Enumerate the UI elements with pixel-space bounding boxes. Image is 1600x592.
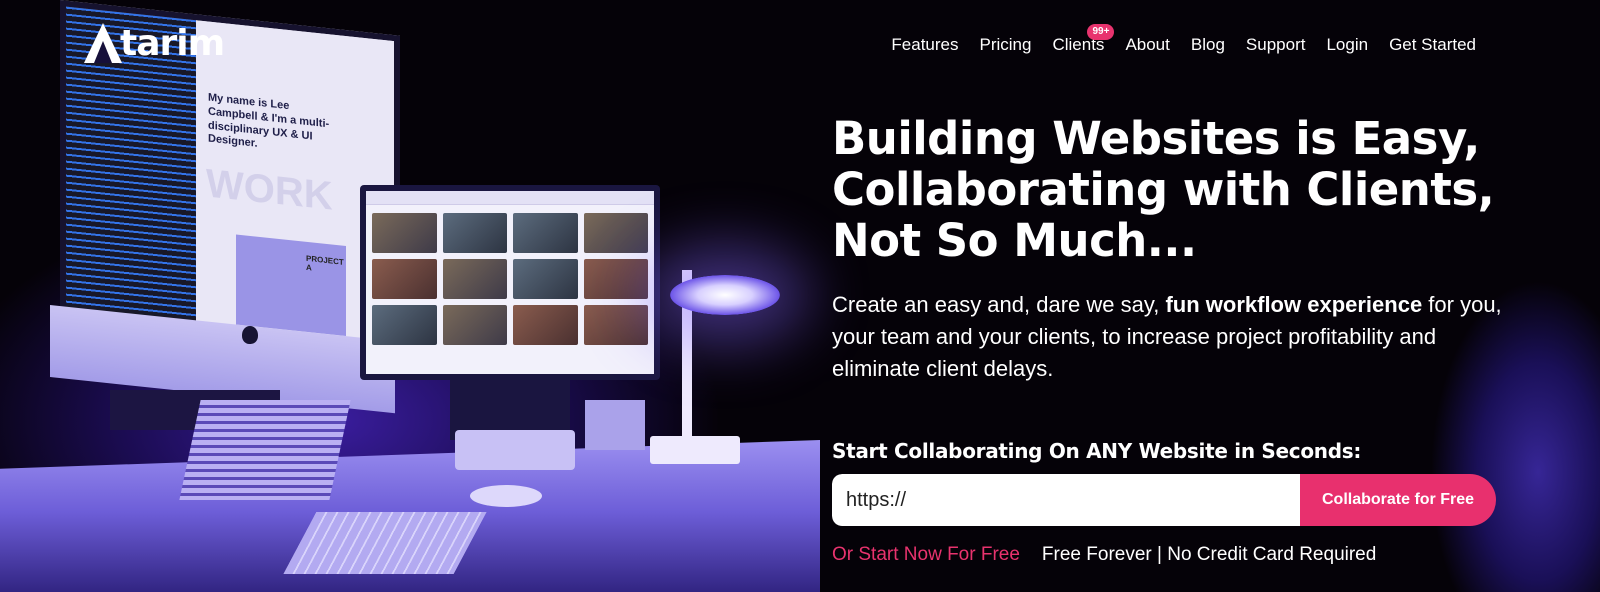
atarim-a-icon	[82, 23, 124, 65]
collaborate-for-free-button[interactable]: Collaborate for Free	[1300, 474, 1496, 526]
nav-support[interactable]: Support	[1246, 35, 1306, 55]
atarim-logo[interactable]: tarim	[82, 22, 225, 66]
project-thumbnail	[442, 305, 507, 345]
book-stack	[179, 400, 351, 500]
website-url-input[interactable]	[832, 474, 1300, 526]
hero-subtitle: Create an easy and, dare we say, fun wor…	[832, 289, 1512, 385]
clients-count-badge: 99+	[1087, 24, 1115, 40]
second-monitor	[360, 185, 660, 380]
cta-title: Start Collaborating On ANY Website in Se…	[832, 439, 1362, 463]
project-thumbnail	[442, 213, 507, 253]
lamp-base	[650, 436, 740, 464]
lamp-light-icon	[670, 275, 780, 315]
project-card-label: PROJECT A	[306, 253, 344, 273]
nav-pricing[interactable]: Pricing	[980, 35, 1032, 55]
main-nav: Features Pricing Clients 99+ About Blog …	[891, 24, 1476, 55]
headline-line: Not So Much...	[832, 214, 1197, 267]
project-thumbnail	[372, 305, 437, 345]
cta-footer: Or Start Now For Free Free Forever | No …	[832, 544, 1376, 566]
dashboard-toolbar	[366, 191, 654, 205]
nav-blog[interactable]: Blog	[1191, 35, 1225, 55]
nav-about[interactable]: About	[1125, 35, 1169, 55]
subtitle-text-start: Create an easy and, dare we say,	[832, 292, 1166, 317]
nav-clients[interactable]: Clients 99+	[1052, 24, 1115, 55]
project-thumbnail	[372, 213, 437, 253]
collaborate-form: Collaborate for Free	[832, 474, 1496, 526]
mini-computer	[455, 430, 575, 470]
project-thumbnail	[513, 213, 578, 253]
subtitle-emphasis: fun workflow experience	[1165, 292, 1423, 317]
concrete-pot	[585, 400, 645, 450]
logo-text: tarim	[120, 23, 225, 64]
nav-login[interactable]: Login	[1326, 35, 1368, 55]
headline-line: Collaborating with Clients,	[832, 163, 1495, 216]
project-thumbnail	[513, 305, 578, 345]
portfolio-project-card: PROJECT A	[236, 234, 346, 337]
dashboard-screen	[366, 191, 654, 374]
portfolio-work-word: WORK	[206, 161, 333, 219]
start-now-free-link[interactable]: Or Start Now For Free	[832, 544, 1020, 566]
apple-logo-icon	[242, 326, 258, 344]
project-thumbnail	[372, 259, 437, 299]
project-thumbnail	[583, 305, 648, 345]
project-thumbnail	[442, 259, 507, 299]
nav-features[interactable]: Features	[891, 35, 958, 55]
nav-get-started[interactable]: Get Started	[1389, 35, 1476, 55]
free-forever-note: Free Forever | No Credit Card Required	[1041, 544, 1377, 565]
desk-illustration: My name is Lee Campbell & I'm a multi-di…	[0, 0, 820, 592]
project-thumbnail	[583, 259, 648, 299]
headline-line: Building Websites is Easy,	[832, 112, 1480, 165]
hero-section: My name is Lee Campbell & I'm a multi-di…	[0, 0, 1600, 592]
dashboard-grid	[366, 205, 654, 353]
portfolio-heading: My name is Lee Campbell & I'm a multi-di…	[208, 91, 330, 151]
project-thumbnail	[513, 259, 578, 299]
hero-headline: Building Websites is Easy, Collaborating…	[832, 113, 1532, 266]
mouse	[470, 485, 542, 507]
project-thumbnail	[583, 213, 648, 253]
keyboard	[283, 512, 487, 574]
